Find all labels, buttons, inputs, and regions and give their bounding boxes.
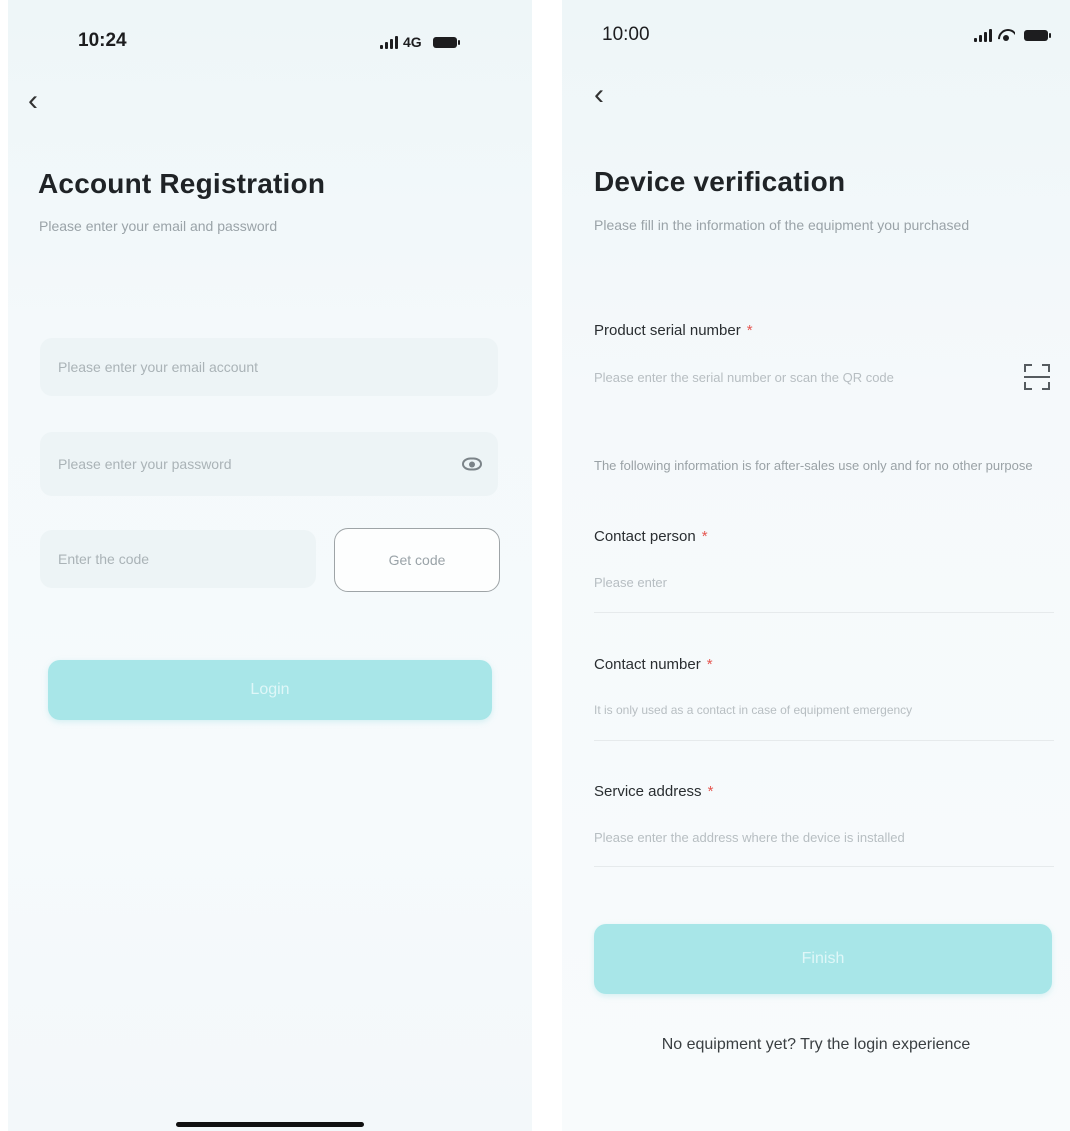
email-placeholder: Please enter your email account	[58, 359, 258, 375]
status-time: 10:24	[78, 30, 127, 51]
contact-number-label-text: Contact number	[594, 656, 701, 673]
status-bar: 10:00	[562, 0, 1070, 70]
back-chevron-icon[interactable]: ‹	[28, 86, 38, 116]
account-registration-screen: 10:24 4G ‹ Account Registration Please e…	[8, 0, 532, 1131]
page-title: Device verification	[594, 166, 846, 197]
required-mark: *	[746, 322, 753, 339]
service-address-label: Service address *	[594, 783, 713, 800]
contact-number-input[interactable]: It is only used as a contact in case of …	[594, 703, 912, 717]
contact-person-label: Contact person *	[594, 528, 708, 545]
divider	[594, 612, 1054, 613]
status-time: 10:00	[602, 24, 650, 45]
page-subtitle: Please enter your email and password	[39, 218, 278, 234]
verification-code-input[interactable]: Enter the code	[40, 530, 316, 588]
get-code-button[interactable]: Get code	[334, 528, 500, 592]
contact-number-label: Contact number *	[594, 656, 713, 673]
home-indicator	[176, 1122, 364, 1127]
signal-icon	[380, 35, 398, 49]
page-subtitle: Please fill in the information of the eq…	[594, 217, 970, 233]
wifi-icon	[997, 28, 1015, 42]
after-sales-note: The following information is for after-s…	[594, 458, 1033, 473]
code-placeholder: Enter the code	[58, 551, 150, 567]
login-button[interactable]: Login	[48, 660, 492, 720]
signal-icon	[974, 28, 992, 42]
divider	[594, 740, 1054, 741]
contact-person-input[interactable]: Please enter	[594, 575, 667, 590]
password-placeholder: Please enter your password	[58, 456, 232, 472]
status-icons	[974, 28, 1051, 42]
network-type: 4G	[403, 34, 422, 50]
serial-number-label: Product serial number *	[594, 322, 753, 339]
serial-number-input[interactable]: Please enter the serial number or scan t…	[594, 370, 894, 385]
contact-person-label-text: Contact person	[594, 528, 696, 545]
required-mark: *	[701, 528, 708, 545]
finish-button[interactable]: Finish	[594, 924, 1052, 994]
service-address-input[interactable]: Please enter the address where the devic…	[594, 830, 905, 845]
battery-icon	[1024, 29, 1051, 41]
page-title: Account Registration	[38, 168, 326, 199]
battery-icon	[432, 36, 460, 48]
status-bar: 10:24 4G	[8, 0, 532, 70]
status-icons: 4G	[380, 34, 460, 50]
email-input[interactable]: Please enter your email account	[40, 338, 498, 396]
scan-icon[interactable]	[1024, 364, 1050, 390]
login-experience-link[interactable]: No equipment yet? Try the login experien…	[562, 1036, 1070, 1054]
eye-icon[interactable]	[462, 457, 482, 471]
back-chevron-icon[interactable]: ‹	[594, 80, 604, 110]
device-verification-screen: 10:00 ‹ Device verification Please fill …	[562, 0, 1070, 1131]
serial-number-label-text: Product serial number	[594, 322, 741, 339]
password-input[interactable]: Please enter your password	[40, 432, 498, 496]
divider	[594, 866, 1054, 867]
service-address-label-text: Service address	[594, 783, 702, 800]
required-mark: *	[707, 783, 714, 800]
required-mark: *	[706, 656, 713, 673]
